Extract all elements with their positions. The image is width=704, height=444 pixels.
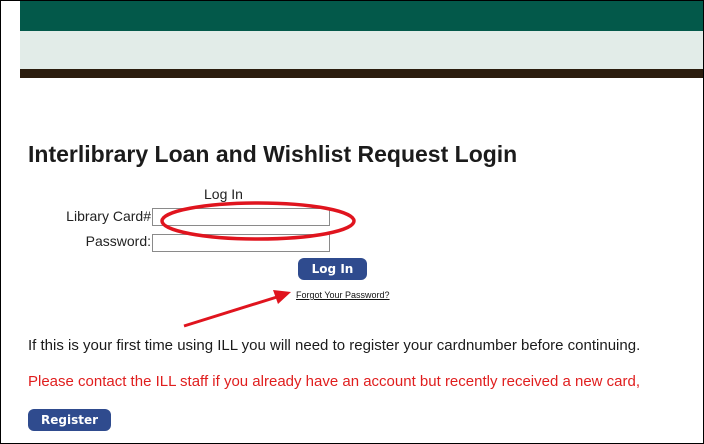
screenshot-frame: Interlibrary Loan and Wishlist Request L… [0, 0, 704, 444]
page-title: Interlibrary Loan and Wishlist Request L… [28, 141, 518, 167]
header-band-green [20, 1, 703, 31]
login-button[interactable]: Log In [298, 258, 367, 280]
header-band-dark [20, 69, 703, 78]
password-label: Password: [85, 233, 151, 249]
first-time-notice: If this is your first time using ILL you… [28, 337, 641, 354]
library-card-input[interactable] [152, 208, 330, 226]
password-input[interactable] [152, 234, 330, 252]
forgot-password-link[interactable]: Forgot Your Password? [296, 290, 390, 300]
register-button[interactable]: Register [28, 409, 111, 431]
annotation-arrow-line [183, 295, 278, 328]
new-card-notice: Please contact the ILL staff if you alre… [28, 373, 641, 390]
header-band-light [20, 31, 703, 69]
library-card-label: Library Card# [66, 208, 151, 224]
annotation-arrowhead [273, 290, 291, 304]
login-heading: Log In [204, 186, 243, 202]
